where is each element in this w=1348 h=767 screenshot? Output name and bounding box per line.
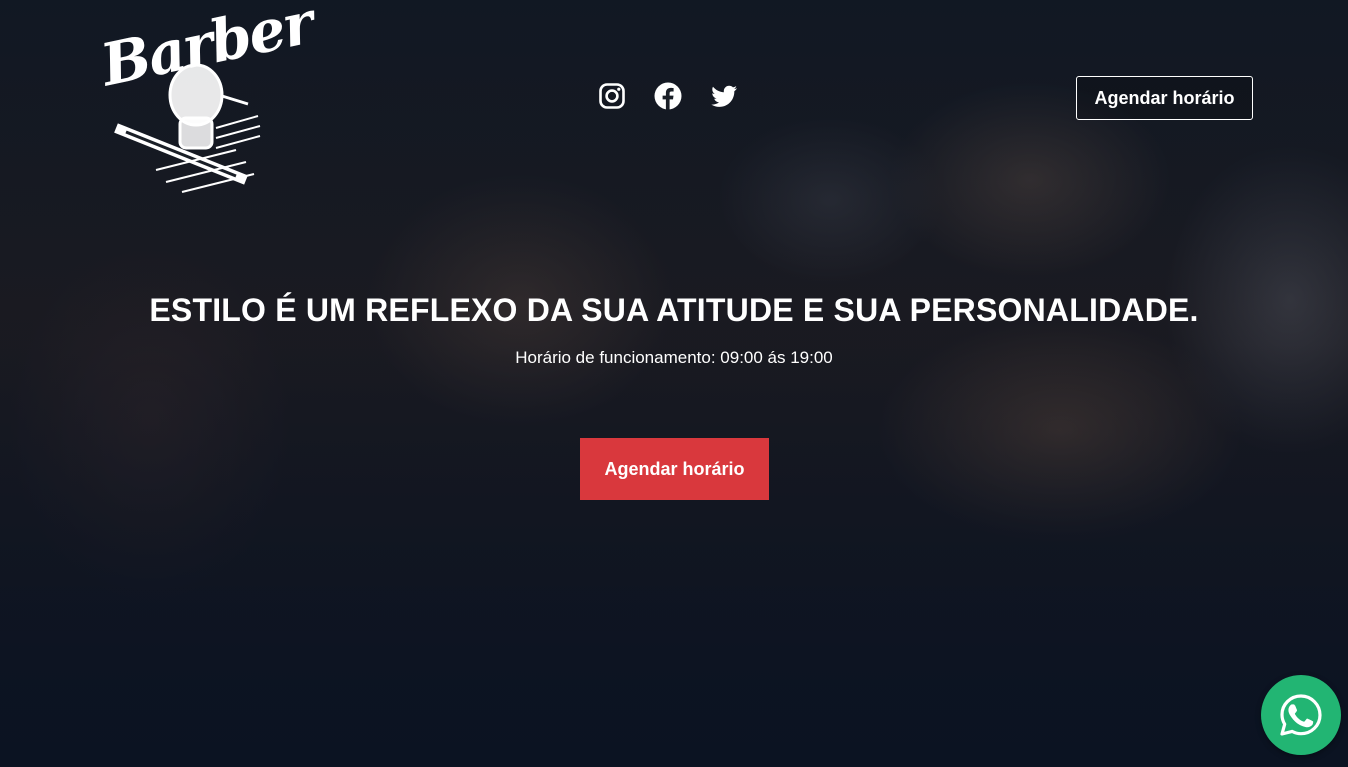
hero-headline: ESTILO É UM REFLEXO DA SUA ATITUDE E SUA… [149, 292, 1199, 328]
hero-schedule-button[interactable]: Agendar horário [580, 438, 769, 500]
header-schedule-button[interactable]: Agendar horário [1076, 76, 1253, 120]
social-links [598, 82, 738, 110]
opening-hours-text: Horário de funcionamento: 09:00 ás 19:00 [515, 348, 833, 367]
twitter-icon[interactable] [710, 82, 738, 110]
facebook-icon[interactable] [654, 82, 682, 110]
barber-logo[interactable]: Barber [95, 0, 318, 198]
whatsapp-button[interactable] [1261, 675, 1341, 755]
whatsapp-icon [1280, 694, 1322, 736]
instagram-icon[interactable] [598, 82, 626, 110]
